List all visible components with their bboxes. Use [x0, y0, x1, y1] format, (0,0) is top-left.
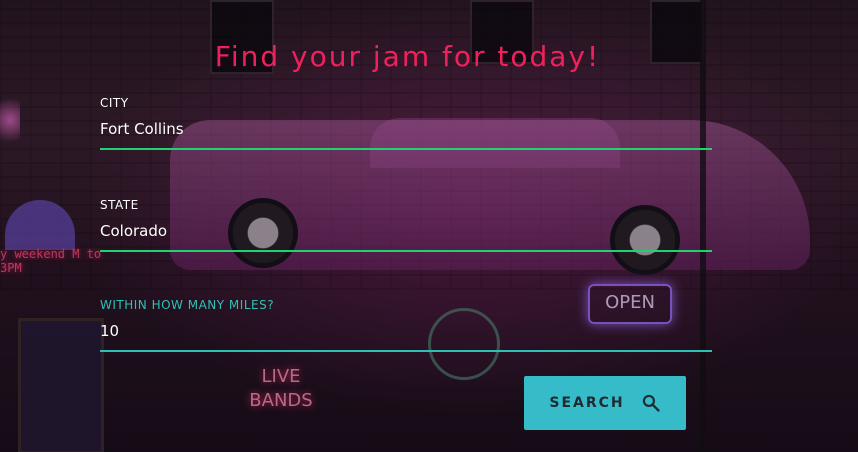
search-button[interactable]: SEARCH	[524, 376, 686, 430]
miles-label: WITHIN HOW MANY MILES?	[100, 298, 275, 312]
city-input[interactable]	[100, 120, 712, 150]
state-input[interactable]	[100, 222, 712, 252]
search-icon	[641, 393, 661, 413]
state-field: STATE	[100, 198, 712, 252]
page: y weekend M to 3PM OPEN LIVE BANDS Find …	[0, 0, 858, 452]
city-label: CITY	[100, 96, 129, 110]
city-field: CITY	[100, 96, 712, 150]
page-title: Find your jam for today!	[214, 40, 601, 73]
miles-input[interactable]	[100, 322, 712, 352]
search-button-label: SEARCH	[549, 395, 625, 411]
state-label: STATE	[100, 198, 139, 212]
miles-field: WITHIN HOW MANY MILES?	[100, 298, 712, 352]
